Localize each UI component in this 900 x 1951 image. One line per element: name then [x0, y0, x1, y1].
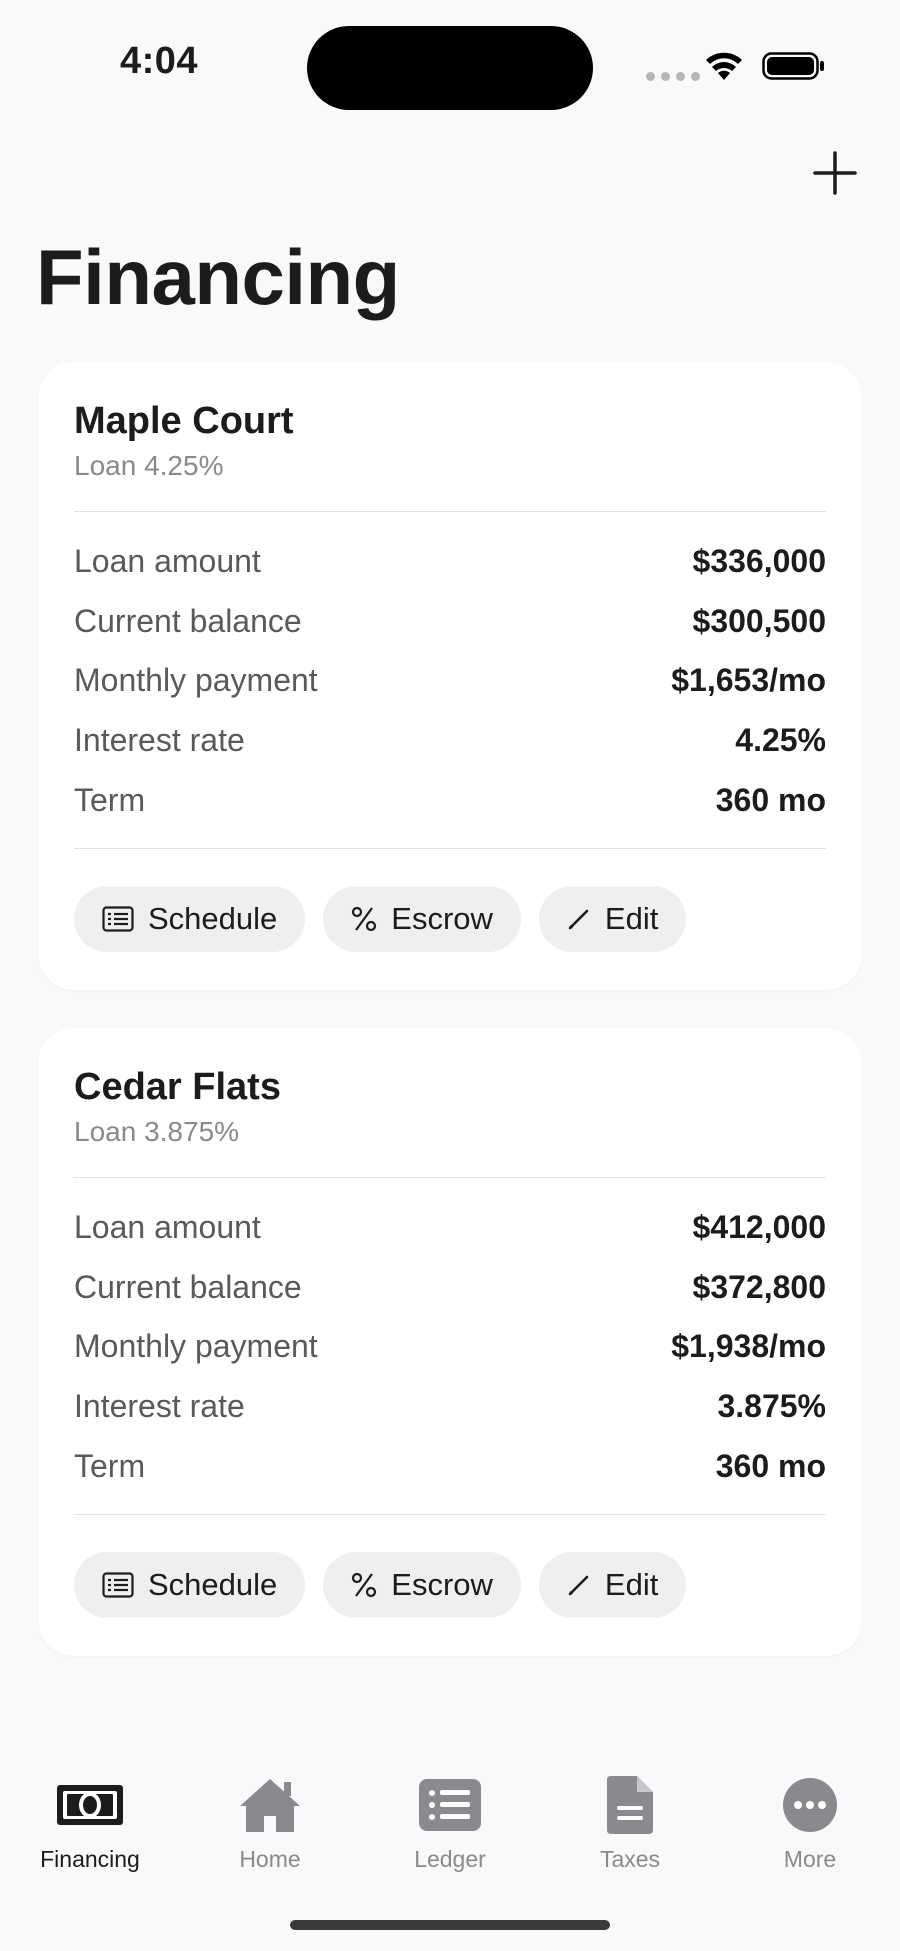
row-value: 4.25%: [735, 722, 826, 759]
tab-label: Taxes: [599, 1846, 661, 1872]
loan-details: Loan amount $336,000 Current balance $30…: [74, 532, 826, 830]
tab-bar: Financing Home Ledger Taxes More: [0, 1760, 900, 1880]
tab-ledger[interactable]: Ledger: [360, 1760, 540, 1880]
list-icon: [419, 1774, 481, 1836]
row-value: 3.875%: [717, 1388, 826, 1425]
home-indicator[interactable]: [290, 1920, 610, 1930]
loan-actions: Schedule Escrow Edit: [74, 1552, 687, 1618]
row-label: Interest rate: [74, 722, 245, 759]
loan-row-balance: Current balance $300,500: [74, 592, 826, 652]
loan-row-interest-rate: Interest rate 3.875%: [74, 1377, 826, 1437]
schedule-icon: [102, 1572, 134, 1598]
status-time: 4:04: [120, 40, 199, 82]
escrow-label: Escrow: [391, 1567, 493, 1602]
tab-label: More: [783, 1846, 837, 1872]
row-label: Current balance: [74, 602, 302, 639]
tab-home[interactable]: Home: [180, 1760, 360, 1880]
document-icon: [607, 1774, 653, 1836]
loan-row-term: Term 360 mo: [74, 770, 826, 830]
row-value: $412,000: [692, 1209, 826, 1246]
divider: [74, 511, 826, 512]
loan-card-cedar-flats[interactable]: Cedar Flats Loan 3.875% Loan amount $412…: [38, 1028, 862, 1656]
cellular-signal-icon: [646, 72, 700, 81]
escrow-button[interactable]: Escrow: [323, 1552, 521, 1618]
schedule-button[interactable]: Schedule: [74, 886, 306, 952]
ellipsis-icon: [782, 1774, 838, 1836]
edit-button[interactable]: Edit: [538, 1552, 687, 1618]
percent-icon: [351, 1572, 377, 1598]
schedule-icon: [102, 906, 134, 932]
row-value: $1,653/mo: [671, 662, 826, 699]
row-label: Monthly payment: [74, 662, 318, 699]
row-value: 360 mo: [715, 1447, 826, 1484]
loan-row-amount: Loan amount $336,000: [74, 532, 826, 592]
loan-row-monthly-payment: Monthly payment $1,938/mo: [74, 1317, 826, 1377]
tab-label: Financing: [40, 1846, 140, 1872]
loan-row-balance: Current balance $372,800: [74, 1258, 826, 1318]
row-label: Monthly payment: [74, 1328, 318, 1365]
tab-financing[interactable]: Financing: [0, 1760, 180, 1880]
tab-more[interactable]: More: [720, 1760, 900, 1880]
escrow-button[interactable]: Escrow: [323, 886, 521, 952]
loan-actions: Schedule Escrow Edit: [74, 886, 687, 952]
loan-row-monthly-payment: Monthly payment $1,653/mo: [74, 651, 826, 711]
divider: [74, 1514, 826, 1515]
loan-card-subtitle: Loan 3.875%: [74, 1116, 240, 1147]
loan-details: Loan amount $412,000 Current balance $37…: [74, 1198, 826, 1496]
loan-row-amount: Loan amount $412,000: [74, 1198, 826, 1258]
edit-button[interactable]: Edit: [538, 886, 687, 952]
row-label: Loan amount: [74, 543, 261, 580]
row-label: Term: [74, 781, 146, 818]
tab-label: Ledger: [414, 1846, 486, 1872]
pencil-icon: [567, 1573, 591, 1597]
tab-label: Home: [239, 1846, 301, 1872]
row-value: $336,000: [692, 543, 826, 580]
tab-taxes[interactable]: Taxes: [540, 1760, 720, 1880]
row-label: Interest rate: [74, 1388, 245, 1425]
row-value: $300,500: [692, 602, 826, 639]
pencil-icon: [567, 907, 591, 931]
row-label: Term: [74, 1447, 146, 1484]
row-value: 360 mo: [715, 781, 826, 818]
house-icon: [238, 1774, 302, 1836]
loan-card-title: Maple Court: [74, 400, 294, 442]
row-value: $372,800: [692, 1268, 826, 1305]
edit-label: Edit: [604, 901, 659, 936]
wifi-icon: [706, 52, 742, 80]
page-title: Financing: [36, 233, 400, 321]
schedule-button[interactable]: Schedule: [74, 1552, 306, 1618]
dynamic-island: [307, 26, 593, 110]
schedule-label: Schedule: [148, 1567, 278, 1602]
loan-row-interest-rate: Interest rate 4.25%: [74, 711, 826, 771]
divider: [74, 1177, 826, 1178]
percent-icon: [351, 906, 377, 932]
schedule-label: Schedule: [148, 901, 278, 936]
edit-label: Edit: [604, 1567, 659, 1602]
loan-row-term: Term 360 mo: [74, 1436, 826, 1496]
divider: [74, 848, 826, 849]
plus-icon[interactable]: [812, 150, 858, 196]
row-label: Current balance: [74, 1268, 302, 1305]
banknote-icon: [55, 1774, 125, 1836]
loan-card-title: Cedar Flats: [74, 1066, 281, 1108]
loan-card-subtitle: Loan 4.25%: [74, 450, 224, 481]
battery-icon: [762, 52, 824, 80]
escrow-label: Escrow: [391, 901, 493, 936]
loan-card-maple-court[interactable]: Maple Court Loan 4.25% Loan amount $336,…: [38, 362, 862, 990]
row-value: $1,938/mo: [671, 1328, 826, 1365]
row-label: Loan amount: [74, 1209, 261, 1246]
